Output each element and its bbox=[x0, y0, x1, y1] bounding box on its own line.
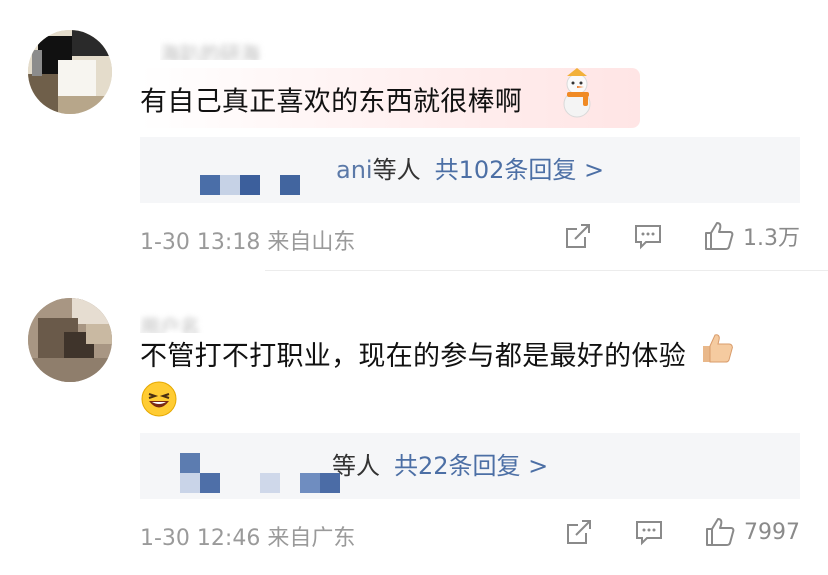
avatar[interactable] bbox=[28, 298, 112, 382]
comment-location: 来自山东 bbox=[267, 230, 356, 255]
avatar[interactable] bbox=[28, 30, 112, 114]
reply-others-label: 等人 bbox=[372, 156, 421, 184]
comment-actions: 7997 bbox=[564, 516, 800, 548]
comment-time: 1-30 13:18 bbox=[140, 230, 261, 255]
reply-others-label: 等人 bbox=[332, 452, 380, 480]
comment-button[interactable] bbox=[633, 221, 663, 251]
reply-summary[interactable]: 等人 共22条回复 > bbox=[140, 433, 800, 499]
comment-text-content: 有自己真正喜欢的东西就很棒啊 bbox=[140, 86, 523, 118]
comment-text: 有自己真正喜欢的东西就很棒啊 bbox=[140, 68, 599, 130]
comment-text-content: 不管打不打职业，现在的参与都是最好的体验 bbox=[140, 341, 686, 372]
comment-text: 不管打不打职业，现在的参与都是最好的体验 bbox=[140, 333, 810, 430]
comment-location: 来自广东 bbox=[267, 526, 356, 551]
comment-meta: 1-30 12:46 来自广东 bbox=[140, 520, 355, 552]
reply-username[interactable]: ani bbox=[336, 156, 373, 184]
share-button[interactable] bbox=[564, 517, 594, 547]
comment-time: 1-30 12:46 bbox=[140, 526, 261, 551]
thumbs-up-emoji-icon bbox=[699, 330, 735, 378]
share-icon bbox=[567, 520, 591, 544]
comment-icon bbox=[636, 521, 662, 546]
view-replies-link[interactable]: 共22条回复 > bbox=[394, 452, 548, 480]
comment-actions: 1.3万 bbox=[563, 220, 800, 252]
like-count: 1.3万 bbox=[743, 226, 800, 251]
comment-item: 用户名 不管打不打职业，现在的参与都是最好的体验 等人 共22条回复 > 1-3… bbox=[0, 275, 828, 575]
comment-button[interactable] bbox=[634, 517, 664, 547]
thumbs-up-icon bbox=[705, 222, 734, 250]
reply-summary[interactable]: ani等人 共102条回复 > bbox=[140, 137, 800, 203]
username[interactable]: 海趴的研海 bbox=[160, 38, 320, 60]
like-count: 7997 bbox=[744, 519, 800, 545]
like-button[interactable]: 1.3万 bbox=[703, 220, 800, 252]
divider bbox=[265, 270, 828, 271]
thumbs-up-icon bbox=[706, 518, 735, 546]
comment-meta: 1-30 13:18 来自山东 bbox=[140, 224, 355, 256]
comment-item: 海趴的研海 有自己真正喜欢的东西就很棒啊 ani等人 共102条回复 > 1-3… bbox=[0, 0, 828, 275]
snowman-icon bbox=[555, 66, 599, 130]
share-icon bbox=[566, 224, 590, 248]
view-replies-link[interactable]: 共102条回复 > bbox=[435, 156, 605, 184]
username[interactable]: 用户名 bbox=[140, 311, 270, 333]
laughing-emoji-icon bbox=[140, 380, 178, 430]
reply-summary-text: ani等人 共102条回复 > bbox=[336, 154, 604, 186]
reply-summary-text: 等人 共22条回复 > bbox=[332, 450, 548, 482]
share-button[interactable] bbox=[563, 221, 593, 251]
like-button[interactable]: 7997 bbox=[704, 516, 800, 548]
comment-icon bbox=[635, 225, 661, 250]
